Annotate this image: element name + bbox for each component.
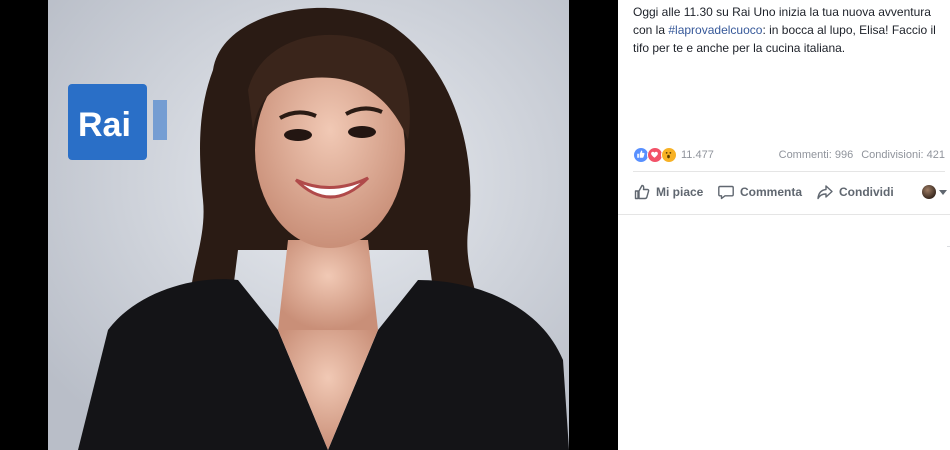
hashtag-link[interactable]: #laprovadelcuoco <box>668 23 762 37</box>
divider <box>618 214 950 215</box>
portrait-illustration: Rai <box>48 0 569 450</box>
speech-bubble-icon <box>718 185 734 200</box>
post-photo[interactable]: Rai <box>48 0 569 450</box>
reaction-icons[interactable] <box>633 147 681 163</box>
comments-count[interactable]: Commenti: 996 <box>779 149 854 161</box>
share-button[interactable]: Condividi <box>816 182 894 202</box>
thumbs-up-icon <box>634 184 650 200</box>
react-as-selector[interactable] <box>922 182 947 202</box>
reactions-summary: 11.477 Commenti: 996 Condivisioni: 421 <box>633 147 945 163</box>
share-arrow-icon <box>817 185 833 200</box>
caret-down-icon <box>939 189 947 195</box>
comment-label: Commenta <box>740 185 803 199</box>
svg-text:Rai: Rai <box>78 106 131 144</box>
photo-viewer: Rai <box>0 0 618 450</box>
reaction-count[interactable]: 11.477 <box>681 149 714 161</box>
engagement-stats: Commenti: 996 Condivisioni: 421 <box>771 149 945 161</box>
comment-button[interactable]: Commenta <box>717 182 802 202</box>
post-side-panel: Oggi alle 11.30 su Rai Uno inizia la tua… <box>618 0 950 450</box>
divider <box>633 171 945 172</box>
avatar <box>922 185 936 199</box>
post-actions: Mi piace Commenta Condividi <box>633 180 950 204</box>
like-label: Mi piace <box>656 185 704 199</box>
wow-icon <box>661 147 677 163</box>
post-caption: Oggi alle 11.30 su Rai Uno inizia la tua… <box>633 3 945 57</box>
share-label: Condividi <box>839 185 894 199</box>
like-button[interactable]: Mi piace <box>633 182 703 202</box>
shares-count[interactable]: Condivisioni: 421 <box>861 149 945 161</box>
